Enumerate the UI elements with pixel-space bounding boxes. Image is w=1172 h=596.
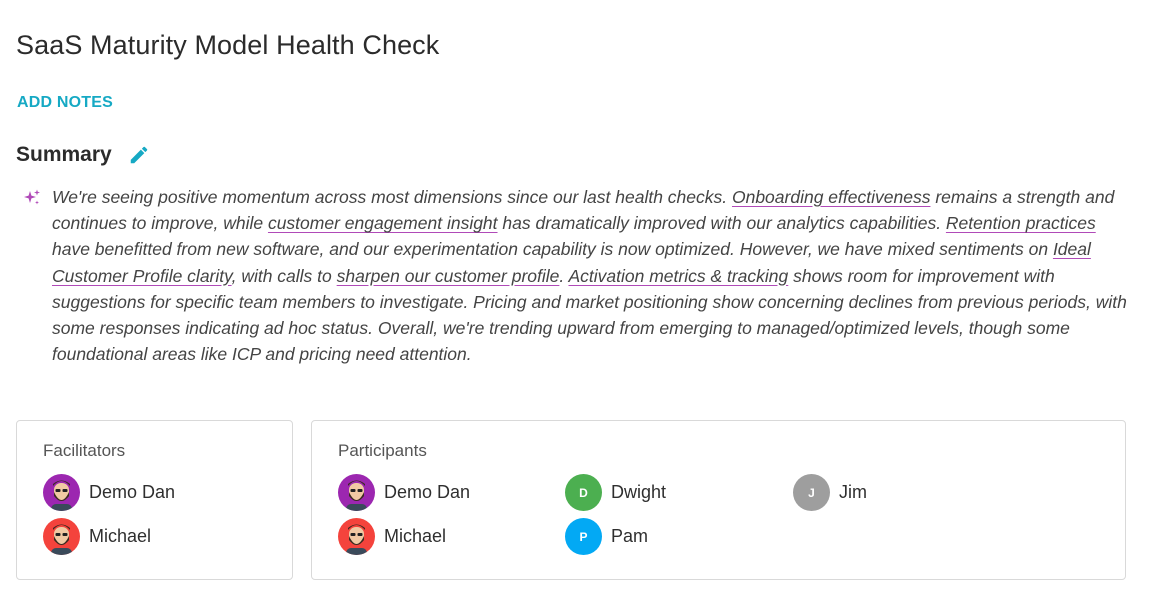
facilitators-card: Facilitators Demo Dan Michael (16, 420, 293, 580)
summary-link-activation[interactable]: Activation metrics & tracking (568, 266, 788, 286)
summary-header: Summary (16, 143, 150, 167)
participant-item[interactable]: Demo Dan (338, 474, 470, 511)
participant-item[interactable]: D Dwight (565, 474, 666, 511)
initial-avatar: J (793, 474, 830, 511)
bearded-man-avatar (338, 518, 375, 555)
summary-link-engagement[interactable]: customer engagement insight (268, 213, 498, 233)
facilitator-item[interactable]: Demo Dan (43, 474, 175, 511)
bearded-man-avatar (43, 474, 80, 511)
page-title: SaaS Maturity Model Health Check (16, 30, 440, 60)
summary-text-segment: have benefitted from new software, and o… (52, 239, 1053, 260)
pencil-icon[interactable] (128, 144, 150, 166)
summary-heading: Summary (16, 143, 112, 166)
facilitators-title: Facilitators (43, 441, 126, 460)
bearded-man-avatar (43, 518, 80, 555)
person-name: Pam (611, 526, 649, 546)
person-name: Dwight (611, 482, 667, 502)
initial-avatar: D (565, 474, 602, 511)
summary-link-onboarding[interactable]: Onboarding effectiveness (732, 187, 930, 207)
participant-item[interactable]: J Jim (793, 474, 867, 511)
person-name: Demo Dan (384, 482, 471, 502)
participant-item[interactable]: P Pam (565, 518, 648, 555)
summary-link-retention[interactable]: Retention practices (946, 213, 1096, 233)
person-name: Michael (89, 526, 152, 546)
facilitator-item[interactable]: Michael (43, 518, 151, 555)
summary-text-segment: has dramatically improved with our analy… (497, 213, 946, 234)
participants-card: Participants Demo Dan Michael D Dwight P… (311, 420, 1126, 580)
add-notes-button[interactable]: ADD NOTES (17, 94, 113, 112)
bearded-man-avatar (338, 474, 375, 511)
person-name: Jim (839, 482, 867, 502)
participant-item[interactable]: Michael (338, 518, 446, 555)
summary-text: We're seeing positive momentum across mo… (52, 184, 1132, 367)
person-name: Michael (384, 526, 447, 546)
summary-text-segment: , with calls to (231, 265, 337, 286)
summary-link-customer-profile[interactable]: sharpen our customer profile (337, 266, 560, 286)
person-name: Demo Dan (89, 482, 176, 502)
initial-avatar: P (565, 518, 602, 555)
summary-text-segment: We're seeing positive momentum across mo… (52, 187, 732, 207)
participants-title: Participants (338, 441, 427, 460)
sparkle-icon (22, 188, 42, 208)
